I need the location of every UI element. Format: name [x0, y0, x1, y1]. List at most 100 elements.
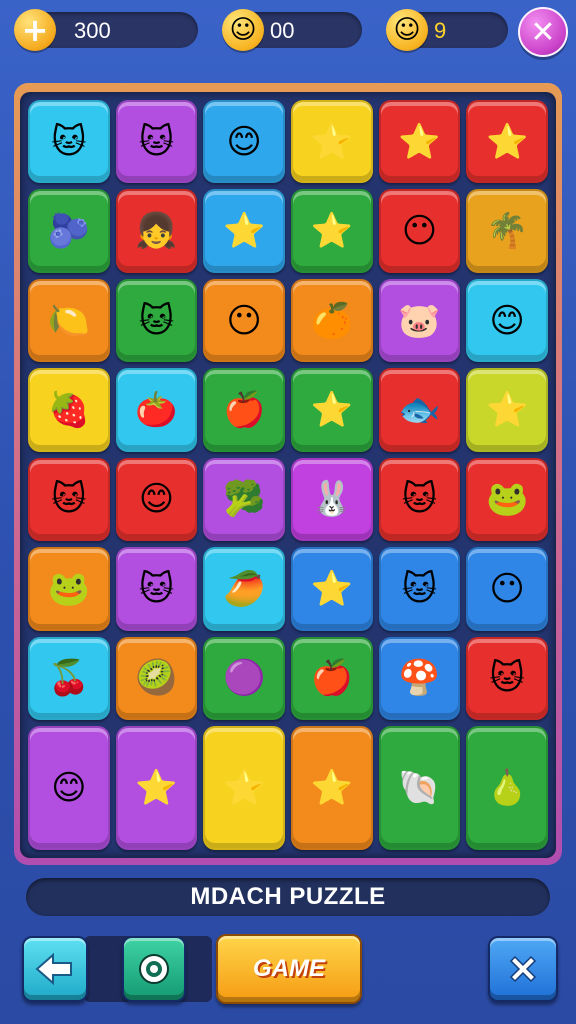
- tile-icon: 👧: [135, 211, 178, 252]
- board-tile[interactable]: 🍒: [28, 636, 110, 720]
- board-tile[interactable]: 🐚: [378, 726, 461, 850]
- board-tile[interactable]: ⭐: [291, 100, 373, 184]
- board-tile[interactable]: 🐱: [466, 636, 548, 720]
- tile-icon: 🐱: [138, 121, 175, 162]
- board-tile[interactable]: 👧: [115, 189, 198, 273]
- coins-value: 300: [74, 18, 111, 43]
- tile-icon: 🍐: [485, 768, 529, 808]
- board-tile[interactable]: 😶: [203, 278, 285, 363]
- board-tile[interactable]: ⭐: [466, 100, 548, 184]
- board-tile[interactable]: 🐱: [28, 100, 110, 184]
- tile-icon: ⭐: [310, 389, 353, 430]
- arrow-left-icon: [35, 952, 72, 986]
- board-tile[interactable]: 🍎: [291, 636, 373, 720]
- tile-icon: 🍋: [47, 300, 90, 341]
- tile-icon: ⭐: [135, 768, 178, 808]
- tile-icon: 🍓: [47, 389, 90, 430]
- level-counter: ☺ 9: [386, 9, 508, 51]
- tile-icon: ⭐: [310, 211, 353, 252]
- board-tile[interactable]: 😊: [28, 726, 110, 850]
- board-tile[interactable]: 🐱: [115, 278, 198, 363]
- board-tile[interactable]: 🐸: [466, 457, 548, 542]
- board-tile[interactable]: ⭐: [203, 189, 285, 273]
- close-icon: [509, 955, 537, 983]
- board-tile[interactable]: 🍄: [378, 636, 461, 720]
- game-button[interactable]: GAME: [216, 934, 362, 1004]
- tile-icon: 🐸: [47, 568, 90, 609]
- tile-icon: 😶: [489, 568, 525, 609]
- back-button[interactable]: [22, 936, 88, 1002]
- game-title: MDACH PUZZLE: [26, 878, 550, 916]
- tile-icon: 🍄: [398, 658, 441, 699]
- board-tile[interactable]: 🐷: [378, 278, 461, 363]
- board-tile[interactable]: 🥝: [115, 636, 198, 720]
- tile-icon: 🍅: [135, 389, 178, 430]
- board-tile[interactable]: 🍊: [291, 278, 373, 363]
- board-tile[interactable]: ⭐: [291, 547, 373, 631]
- plus-coin-icon[interactable]: +: [14, 9, 56, 51]
- board-tile[interactable]: 🐸: [28, 547, 110, 631]
- board-tile[interactable]: 🥦: [203, 457, 285, 542]
- board-tile[interactable]: 🐱: [115, 100, 198, 184]
- tile-icon: ⭐: [222, 768, 266, 808]
- tile-icon: ⭐: [310, 768, 353, 808]
- tile-icon: 🐰: [310, 479, 353, 520]
- tile-icon: 😶: [226, 300, 262, 341]
- game-button-label: GAME: [253, 955, 325, 982]
- board-tile[interactable]: ⭐: [115, 726, 198, 850]
- tile-icon: ⭐: [398, 121, 441, 162]
- tile-icon: 🐱: [51, 121, 87, 162]
- board-tile[interactable]: 😊: [115, 457, 198, 542]
- board-tile[interactable]: 😊: [203, 100, 285, 184]
- board-tile[interactable]: ⭐: [291, 189, 373, 273]
- tile-icon: 🐚: [398, 768, 441, 808]
- tile-icon: 🍎: [222, 389, 266, 430]
- board-tile[interactable]: ⭐: [291, 726, 373, 850]
- tile-icon: ⭐: [485, 389, 529, 430]
- tile-icon: 🐱: [401, 568, 438, 609]
- board-tile[interactable]: 🍋: [28, 278, 110, 363]
- board-tile[interactable]: 🍐: [466, 726, 548, 850]
- tile-icon: 🐱: [489, 658, 525, 699]
- board-tile[interactable]: 😶: [466, 547, 548, 631]
- tile-icon: 😶: [401, 211, 438, 252]
- board-tile[interactable]: 🐱: [115, 547, 198, 631]
- board-tile[interactable]: 🍅: [115, 368, 198, 452]
- tile-icon: 🐟: [398, 389, 441, 430]
- tile-icon: 🐱: [138, 300, 175, 341]
- board-tile[interactable]: 🐱: [28, 457, 110, 542]
- game-board: 🐱 🐱 😊 ⭐ ⭐ ⭐ 🫐 👧 ⭐ ⭐ 😶 🌴 🍋 🐱 😶 🍊 🐷 😊 🍓 🍅 🍎 ⭐ 🐟 ⭐ 🐱 😊 🥦 🐰 🐱 🐸 🐸 🐱 🥭 ⭐ 🐱 😶 🍒 🥝 🟣 🍎…: [20, 92, 556, 858]
- board-tile[interactable]: 😶: [378, 189, 461, 273]
- board-tile[interactable]: 🟣: [203, 636, 285, 720]
- board-tile[interactable]: ⭐: [291, 368, 373, 452]
- tile-icon: ⭐: [310, 121, 353, 162]
- tile-icon: 🐷: [398, 300, 441, 341]
- tile-icon: 🐱: [51, 479, 87, 520]
- smiley-icon: ☺: [386, 9, 428, 51]
- target-button[interactable]: [122, 936, 186, 1002]
- smiley-icon: ☺: [222, 9, 264, 51]
- board-tile[interactable]: 🍎: [203, 368, 285, 452]
- tile-icon: 🐸: [485, 479, 529, 520]
- close-icon: ✕: [530, 14, 556, 50]
- tile-icon: 🥭: [222, 568, 266, 609]
- board-tile[interactable]: 🥭: [203, 547, 285, 631]
- board-tile[interactable]: 🌴: [466, 189, 548, 273]
- board-tile[interactable]: ⭐: [378, 100, 461, 184]
- smiles-counter: ☺ 00: [222, 9, 362, 51]
- tile-icon: 🥦: [222, 479, 266, 520]
- board-tile[interactable]: 😊: [466, 278, 548, 363]
- close-button[interactable]: ✕: [518, 7, 568, 57]
- board-tile[interactable]: 🫐: [28, 189, 110, 273]
- tile-icon: 🐱: [401, 479, 438, 520]
- board-tile[interactable]: 🐰: [291, 457, 373, 542]
- close-bottom-button[interactable]: [488, 936, 558, 1002]
- board-tile[interactable]: 🍓: [28, 368, 110, 452]
- board-tile[interactable]: 🐱: [378, 457, 461, 542]
- tile-icon: 😊: [138, 479, 175, 520]
- board-tile[interactable]: 🐟: [378, 368, 461, 452]
- board-tile[interactable]: ⭐: [203, 726, 285, 850]
- board-tile[interactable]: ⭐: [466, 368, 548, 452]
- tile-icon: 🐱: [138, 568, 175, 609]
- board-tile[interactable]: 🐱: [378, 547, 461, 631]
